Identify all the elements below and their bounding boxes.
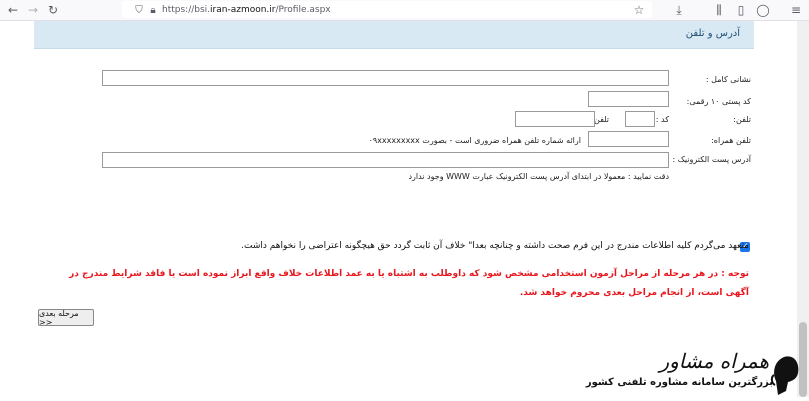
agreement-text: متعهد می‌گردم کلیه اطلاعات مندرج در این … — [241, 241, 749, 251]
browser-toolbar: ← → ↻ ⛉ 🔒︎ https://bsi.iran-azmoon.ir/Pr… — [0, 0, 809, 21]
warning-text: توجه : در هر مرحله از مراحل آزمون استخدا… — [69, 269, 749, 298]
account-icon[interactable]: ◯ — [754, 1, 772, 19]
logo-person-icon — [770, 356, 799, 395]
downloads-icon[interactable]: ⤓ — [670, 1, 688, 19]
phone-number-input[interactable] — [515, 111, 595, 127]
section-title: آدرس و تلفن — [685, 28, 740, 39]
full-address-label: نشانی کامل : — [705, 75, 751, 84]
phone-label: تلفن: — [733, 115, 751, 124]
section-header: آدرس و تلفن — [34, 21, 754, 49]
mobile-input[interactable] — [588, 131, 669, 147]
logo-subtitle: بزرگترین سامانه مشاوره تلفنی کشور — [585, 377, 773, 388]
library-icon[interactable]: ⫼ — [710, 1, 728, 19]
forward-icon[interactable]: → — [24, 1, 42, 19]
email-input[interactable] — [102, 152, 669, 168]
mobile-hint: ارائه شماره تلفن همراه ضروری است - بصورت… — [368, 136, 581, 145]
area-code-label: کد : — [655, 115, 669, 124]
next-step-button[interactable]: مرحله بعدی >> — [38, 309, 94, 327]
back-icon[interactable]: ← — [4, 1, 22, 19]
url-text: https://bsi.iran-azmoon.ir/Profile.aspx — [162, 4, 331, 15]
bookmark-star-icon[interactable]: ☆ — [630, 1, 648, 19]
email-label: آدرس پست الکترونیک : — [672, 155, 751, 164]
logo-title: همراه مشاور — [659, 349, 769, 373]
mobile-label: تلفن همراه: — [711, 136, 751, 145]
sidebar-icon[interactable]: ▯ — [732, 1, 750, 19]
reload-icon[interactable]: ↻ — [44, 1, 62, 19]
area-code-input[interactable] — [625, 111, 655, 127]
full-address-input[interactable] — [102, 70, 669, 86]
email-hint: دقت نمایید : معمولا در ابتدای آدرس پست ا… — [408, 172, 669, 181]
page-content: آدرس و تلفن نشانی کامل : کد پستی ۱۰ رقمی… — [0, 21, 809, 397]
address-bar[interactable]: ⛉ 🔒︎ https://bsi.iran-azmoon.ir/Profile.… — [122, 1, 652, 18]
menu-icon[interactable]: ≡ — [787, 1, 805, 19]
postal-code-label: کد پستی ۱۰ رقمی: — [686, 97, 751, 106]
lock-icon[interactable]: 🔒︎ — [144, 1, 162, 19]
postal-code-input[interactable] — [588, 91, 669, 107]
